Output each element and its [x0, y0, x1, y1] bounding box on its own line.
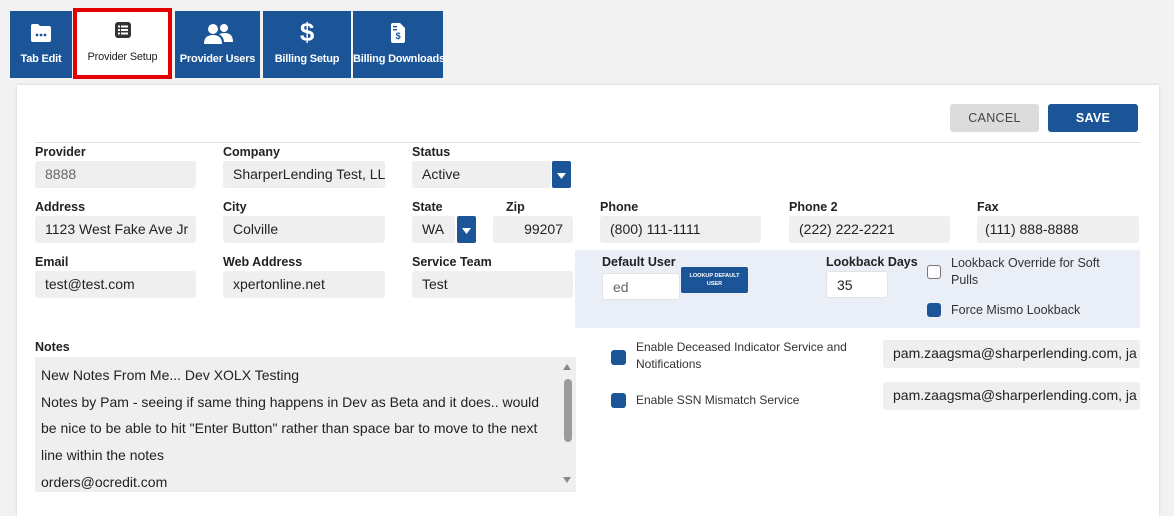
- notes-line: line within the notes: [41, 447, 164, 463]
- city-label: City: [223, 200, 247, 214]
- address-field[interactable]: 1123 West Fake Ave Jr: [35, 216, 196, 243]
- state-select[interactable]: WA: [412, 216, 455, 243]
- lookup-default-user-button[interactable]: LOOKUP DEFAULT USER: [681, 267, 748, 293]
- state-label: State: [412, 200, 443, 214]
- zip-label: Zip: [506, 200, 525, 214]
- tab-provider-setup[interactable]: Provider Setup: [73, 8, 172, 79]
- chevron-down-icon: [557, 166, 566, 184]
- divider: [35, 142, 1141, 143]
- fax-label: Fax: [977, 200, 999, 214]
- notes-line: Notes by Pam - seeing if same thing happ…: [41, 394, 540, 410]
- lookback-override-checkbox[interactable]: [927, 265, 941, 279]
- service-team-field[interactable]: Test: [412, 271, 573, 298]
- email-label: Email: [35, 255, 69, 269]
- lookback-days-field[interactable]: 35: [826, 271, 888, 298]
- city-field[interactable]: Colville: [223, 216, 385, 243]
- notes-line: New Notes From Me... Dev XOLX Testing: [41, 367, 300, 383]
- lookback-override-label-line: Lookback Override for Soft: [951, 256, 1100, 270]
- notes-line: orders@ocredit.com: [41, 474, 168, 490]
- tab-label: Provider Setup: [87, 51, 158, 63]
- lookback-override-label-line: Pulls: [951, 273, 979, 287]
- lookup-button-label: LOOKUP DEFAULT: [689, 273, 740, 279]
- web-address-label: Web Address: [223, 255, 303, 269]
- notes-line: be nice to be able to hit "Enter Button"…: [41, 420, 538, 436]
- deceased-indicator-label: Enable Deceased Indicator Service and No…: [636, 339, 847, 373]
- save-button[interactable]: SAVE: [1048, 104, 1138, 132]
- lookup-button-label: USER: [706, 281, 723, 287]
- dollar-icon: $: [299, 17, 315, 47]
- service-team-label: Service Team: [412, 255, 492, 269]
- company-field[interactable]: SharperLending Test, LLC: [223, 161, 385, 188]
- tab-label: Provider Users: [179, 53, 256, 65]
- tab-label: Billing Downloads: [353, 53, 445, 65]
- notes-label: Notes: [35, 340, 70, 354]
- ssn-mismatch-checkbox[interactable]: [611, 393, 626, 408]
- scrollbar-thumb[interactable]: [564, 379, 572, 442]
- ssn-mismatch-label: Enable SSN Mismatch Service: [636, 393, 800, 407]
- tab-billing-downloads[interactable]: $ Billing Downloads: [353, 11, 445, 78]
- provider-setup-panel: CANCEL SAVE Provider 8888 Company Sharpe…: [17, 85, 1159, 516]
- svg-text:$: $: [396, 31, 401, 41]
- notes-scrollbar[interactable]: [560, 357, 576, 492]
- users-icon: [202, 23, 234, 48]
- zip-field[interactable]: 99207: [493, 216, 573, 243]
- scroll-down-icon[interactable]: [563, 477, 571, 483]
- status-dropdown-button[interactable]: [552, 161, 571, 188]
- lookback-override-label: Lookback Override for Soft Pulls: [951, 255, 1131, 289]
- state-dropdown-button[interactable]: [457, 216, 476, 243]
- tab-tab-edit[interactable]: Tab Edit: [10, 11, 72, 78]
- provider-label: Provider: [35, 145, 86, 159]
- tab-provider-users[interactable]: Provider Users: [175, 11, 260, 78]
- lookback-days-label: Lookback Days: [826, 255, 918, 269]
- default-user-field[interactable]: ed: [602, 273, 680, 300]
- ssn-mismatch-emails[interactable]: pam.zaagsma@sharperlending.com, ja: [883, 382, 1140, 410]
- company-label: Company: [223, 145, 280, 159]
- force-mismo-label: Force Mismo Lookback: [951, 303, 1081, 317]
- deceased-label-line: Notifications: [636, 357, 702, 371]
- default-user-label: Default User: [602, 255, 676, 269]
- cancel-button[interactable]: CANCEL: [950, 104, 1039, 132]
- tab-label: Billing Setup: [274, 53, 340, 65]
- email-field[interactable]: test@test.com: [35, 271, 196, 298]
- notes-textarea[interactable]: New Notes From Me... Dev XOLX Testing No…: [35, 357, 576, 492]
- phone2-label: Phone 2: [789, 200, 838, 214]
- phone2-field[interactable]: (222) 222-2221: [789, 216, 950, 243]
- deceased-label-line: Enable Deceased Indicator Service and: [636, 340, 847, 354]
- web-address-field[interactable]: xpertonline.net: [223, 271, 385, 298]
- phone-label: Phone: [600, 200, 639, 214]
- deceased-notification-emails[interactable]: pam.zaagsma@sharperlending.com, ja: [883, 340, 1140, 368]
- status-label: Status: [412, 145, 451, 159]
- invoice-icon: $: [390, 23, 406, 46]
- provider-field: 8888: [35, 161, 196, 188]
- chevron-down-icon: [462, 221, 471, 239]
- scroll-up-icon[interactable]: [563, 364, 571, 370]
- list-icon: [114, 21, 132, 42]
- fax-field[interactable]: (111) 888-8888: [977, 216, 1139, 243]
- address-label: Address: [35, 200, 86, 214]
- phone-field[interactable]: (800) 111-1111: [600, 216, 761, 243]
- deceased-indicator-checkbox[interactable]: [611, 350, 626, 365]
- tab-label: Tab Edit: [20, 53, 62, 65]
- force-mismo-checkbox[interactable]: [927, 303, 941, 317]
- folder-icon: [30, 23, 52, 46]
- status-select[interactable]: Active: [412, 161, 551, 188]
- tab-billing-setup[interactable]: $ Billing Setup: [263, 11, 351, 78]
